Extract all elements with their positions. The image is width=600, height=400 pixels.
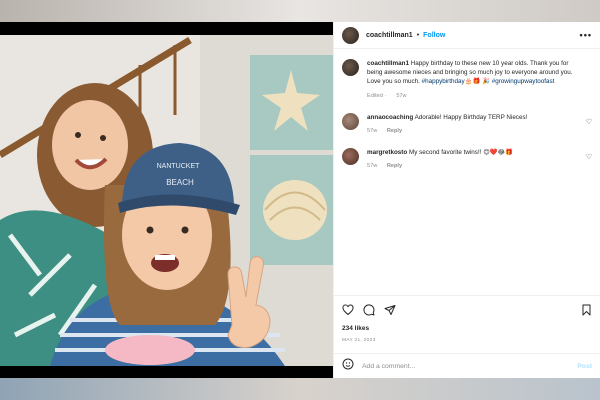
caption-meta: Edited · 57w [367,93,582,99]
caption-username[interactable]: coachtillman1 [367,60,409,67]
likes-count[interactable]: 234 likes [342,325,592,332]
caption: coachtillman1 Happy birthday to these ne… [342,59,592,99]
comment-icon[interactable] [363,304,375,316]
add-comment-bar: Post [334,353,600,378]
comment-text-block: margretkosto My second favorite twins!! … [367,148,582,157]
caption-edited: Edited [367,93,383,99]
comment-time[interactable]: 57w [367,128,377,134]
post-header: coachtillman1 • Follow ••• [334,22,600,49]
post-side-panel: coachtillman1 • Follow ••• coachtillman1… [333,22,600,378]
comment-avatar[interactable] [342,113,359,130]
post-comment-button[interactable]: Post [577,363,592,370]
caption-text-block: coachtillman1 Happy birthday to these ne… [367,59,582,86]
comment-text: Adorable! Happy Birthday TERP Nieces! [414,114,528,121]
comment-item: margretkosto My second favorite twins!! … [342,148,592,169]
heart-icon[interactable] [342,304,354,316]
comment-text-block: annaocoaching Adorable! Happy Birthday T… [367,113,582,122]
caption-emoji-2: 🎉 [482,78,490,85]
cap-text-top: NANTUCKET [157,163,201,170]
bookmark-icon[interactable] [581,304,592,316]
comment-username[interactable]: annaocoaching [367,114,413,121]
comment-item: annaocoaching Adorable! Happy Birthday T… [342,113,592,134]
cap-text-bottom: BEACH [166,178,194,187]
comment-text: My second favorite twins!! 😊❤️😂🎁 [409,149,513,156]
author-username[interactable]: coachtillman1 [366,32,413,39]
blurred-background-bottom [0,378,600,400]
hashtag-happybirthday[interactable]: #happybirthday [422,78,465,85]
caption-time[interactable]: 57w [396,93,406,99]
follow-button[interactable]: Follow [423,32,445,39]
post-modal: NANTUCKET BEACH coachtillman1 • Follow •… [0,22,600,378]
photo-illustration: NANTUCKET BEACH [0,35,333,366]
reply-button[interactable]: Reply [387,128,402,134]
separator-dot: • [416,31,420,39]
blurred-background-top [0,0,600,22]
share-icon[interactable] [384,304,396,316]
comment-username[interactable]: margretkosto [367,149,407,156]
comment-time[interactable]: 57w [367,163,377,169]
caption-avatar[interactable] [342,59,359,76]
emoji-icon[interactable] [342,357,354,375]
post-date[interactable]: MAY 21, 2023 [342,338,592,343]
comments-section: coachtillman1 Happy birthday to these ne… [334,49,600,295]
author-avatar[interactable] [342,26,359,44]
meta-dot: · [384,93,387,99]
hashtag-growingupwaytoofast[interactable]: #growingupwaytoofast [492,78,555,85]
comment-meta: 57w Reply [367,128,582,134]
comment-like-heart-icon[interactable]: ♡ [586,153,592,161]
comment-like-heart-icon[interactable]: ♡ [586,118,592,126]
comment-input[interactable] [362,362,578,370]
comment-meta: 57w Reply [367,163,582,169]
caption-emoji-1: 🎂🎁 [464,78,481,85]
comment-avatar[interactable] [342,148,359,165]
reply-button[interactable]: Reply [387,163,402,169]
post-photo[interactable]: NANTUCKET BEACH [0,22,333,378]
action-bar: 234 likes MAY 21, 2023 [334,295,600,353]
more-options-icon[interactable]: ••• [580,30,592,40]
